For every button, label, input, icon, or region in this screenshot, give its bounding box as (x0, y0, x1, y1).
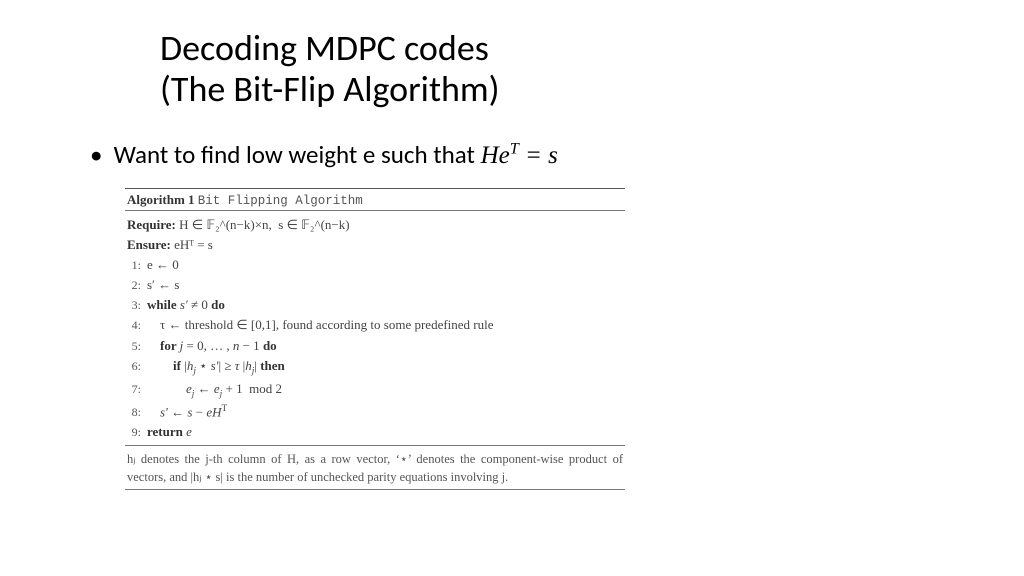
eq-rhs: s (548, 142, 558, 169)
ensure-line: Ensure: eHᵀ = s (127, 235, 623, 255)
algorithm-name: Bit Flipping Algorithm (198, 194, 363, 208)
rule-bottom (125, 489, 625, 490)
eq-sup: T (510, 139, 519, 157)
ensure-body: eHᵀ = s (171, 237, 213, 252)
algo-step-4: 4: τ ← threshold ∈ [0,1], found accordin… (127, 315, 623, 335)
algorithm-body: Require: H ∈ 𝔽₂^(n−k)×n, s ∈ 𝔽₂^(n−k) En… (125, 211, 625, 445)
algo-step-8: 8: s′ ← s − eHT (127, 402, 623, 422)
algo-step-3: 3:while s′ ≠ 0 do (127, 295, 623, 315)
algo-step-7: 7: ej ← ej + 1 mod 2 (127, 379, 623, 402)
eq-mid: = (519, 142, 548, 169)
algo-step-9: 9:return e (127, 422, 623, 442)
algo-step-6: 6: if |hj ⋆ s′| ≥ τ |hj| then (127, 356, 623, 379)
require-kw: Require: (127, 217, 176, 232)
algorithm-header: Algorithm 1 Bit Flipping Algorithm (125, 189, 625, 210)
title-line-1: Decoding MDPC codes (160, 26, 489, 70)
step-text: s′ ← s (147, 277, 179, 292)
algo-step-5: 5: for j = 0, … , n − 1 do (127, 336, 623, 356)
bullet-text: Want to find low weight e such that (114, 139, 481, 170)
algorithm-footnote: hⱼ denotes the j-th column of H, as a ro… (125, 446, 625, 489)
require-line: Require: H ∈ 𝔽₂^(n−k)×n, s ∈ 𝔽₂^(n−k) (127, 215, 623, 235)
require-body: H ∈ 𝔽₂^(n−k)×n, s ∈ 𝔽₂^(n−k) (176, 217, 350, 232)
bullet-marker: • (90, 139, 108, 170)
step-text: e ← 0 (147, 257, 179, 272)
slide-title: Decoding MDPC codes (The Bit-Flip Algori… (160, 28, 934, 111)
step-text: τ ← threshold ∈ [0,1], found according t… (147, 317, 494, 332)
slide: Decoding MDPC codes (The Bit-Flip Algori… (0, 0, 1024, 576)
algo-step-2: 2:s′ ← s (127, 275, 623, 295)
algo-step-1: 1:e ← 0 (127, 255, 623, 275)
bullet-line: • Want to find low weight e such that He… (90, 139, 934, 170)
eq-lhs: He (481, 142, 510, 169)
title-line-2: (The Bit-Flip Algorithm) (160, 67, 500, 111)
algorithm-label: Algorithm 1 (127, 192, 195, 207)
ensure-kw: Ensure: (127, 237, 171, 252)
algorithm-box: Algorithm 1 Bit Flipping Algorithm Requi… (125, 188, 625, 490)
